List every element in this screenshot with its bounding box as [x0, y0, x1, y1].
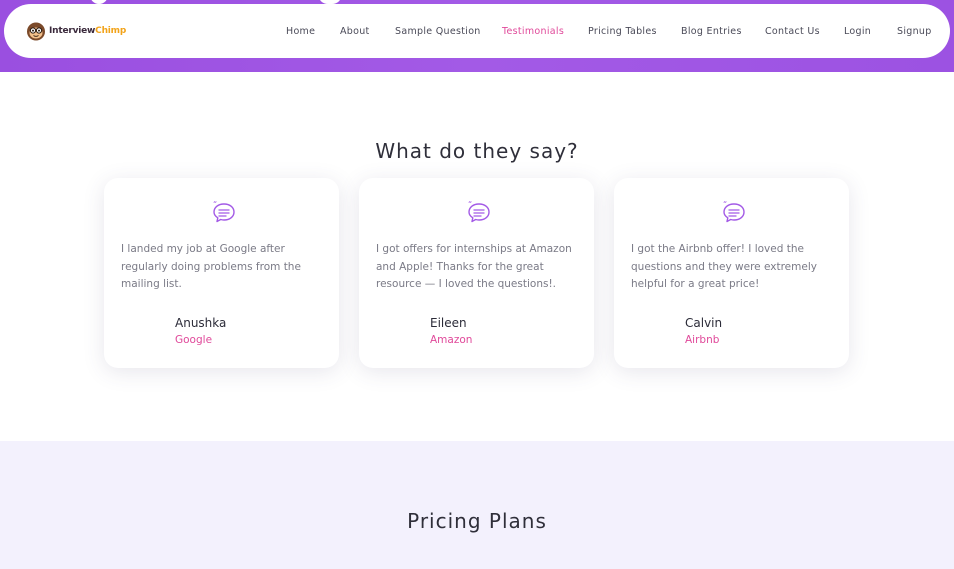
pricing-section: Pricing Plans — [0, 441, 954, 569]
nav-contact-us[interactable]: Contact Us — [765, 26, 820, 37]
testimonial-card: “ I landed my job at Google after regula… — [104, 178, 339, 368]
testimonial-company: Google — [175, 334, 213, 346]
testimonial-company: Airbnb — [685, 334, 720, 346]
nav-signup[interactable]: Signup — [897, 26, 932, 37]
quote-bubble-icon: “ — [213, 200, 235, 223]
svg-text:“: “ — [723, 200, 727, 209]
testimonial-quote: I got offers for internships at Amazon a… — [376, 243, 572, 290]
chimp-logo-icon — [27, 22, 45, 41]
quote-bubble-icon: “ — [468, 200, 490, 223]
pricing-title: Pricing Plans — [407, 509, 547, 533]
testimonial-author: Eileen — [430, 316, 467, 330]
brand-name: InterviewChimp — [49, 26, 127, 36]
nav-about[interactable]: About — [340, 26, 370, 37]
nav-sample-question[interactable]: Sample Question — [395, 26, 481, 37]
nav-home[interactable]: Home — [286, 26, 315, 37]
nav-pricing-tables[interactable]: Pricing Tables — [588, 26, 657, 37]
quote-bubble-icon: “ — [723, 200, 745, 223]
nav-testimonials[interactable]: Testimonials — [502, 26, 564, 37]
brand-logo[interactable]: InterviewChimp — [26, 21, 126, 41]
testimonial-author: Calvin — [685, 316, 723, 330]
testimonial-quote: I landed my job at Google after regularl… — [121, 243, 301, 290]
svg-text:“: “ — [468, 200, 472, 209]
testimonial-card: “ I got the Airbnb offer! I loved the qu… — [614, 178, 849, 368]
nav-login[interactable]: Login — [844, 26, 871, 37]
testimonial-card: “ I got offers for internships at Amazon… — [359, 178, 594, 368]
navbar: InterviewChimp Home About Sample Questio… — [4, 4, 950, 58]
testimonials-title: What do they say? — [375, 139, 579, 163]
testimonial-quote: I got the Airbnb offer! I loved the ques… — [631, 243, 817, 290]
testimonial-company: Amazon — [430, 334, 473, 346]
nav-blog-entries[interactable]: Blog Entries — [681, 26, 742, 37]
svg-text:“: “ — [213, 200, 217, 209]
testimonial-author: Anushka — [175, 316, 227, 330]
